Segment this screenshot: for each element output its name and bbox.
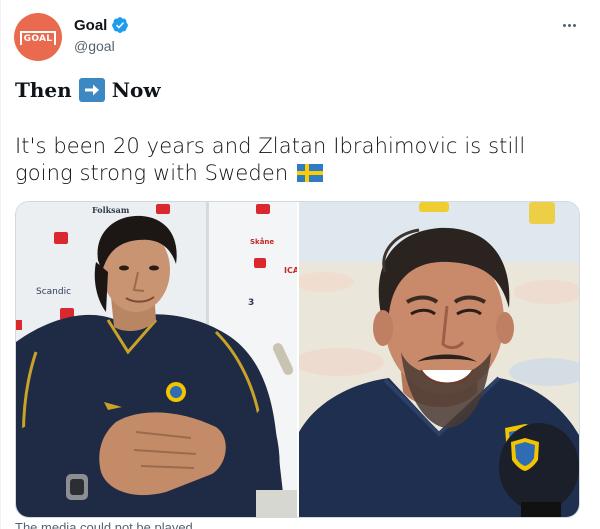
display-name[interactable]: Goal (74, 17, 107, 34)
name-row: Goal (74, 16, 129, 34)
handle[interactable]: @goal (74, 38, 115, 54)
tweet-card: GOAL Goal @goal Then Now It's been 20 ye… (0, 0, 600, 529)
backdrop-text: ICA (284, 266, 297, 275)
then-label: Then (15, 78, 72, 102)
tweet-body: It's been 20 years and Zlatan Ibrahimovi… (15, 133, 585, 187)
backdrop-text: Scandic (36, 287, 71, 297)
goal-logo: GOAL (20, 31, 56, 45)
media-status: The media could not be played. (15, 520, 197, 529)
now-label: Now (111, 78, 161, 102)
media-grid: Folksam Scandic ICA 3 Skåne (15, 201, 580, 518)
avatar[interactable]: GOAL (14, 13, 62, 61)
backdrop-text: 3 (248, 298, 254, 308)
now-photo-image (299, 202, 579, 517)
sweden-flag-icon (297, 164, 324, 182)
backdrop-text: Folksam (92, 205, 130, 215)
then-photo-image: Folksam Scandic ICA 3 Skåne (16, 202, 297, 517)
right-arrow-icon (78, 78, 105, 102)
verified-badge-icon (112, 17, 129, 33)
tweet-body-text: It's been 20 years and Zlatan Ibrahimovi… (15, 134, 526, 185)
then-photo[interactable]: Folksam Scandic ICA 3 Skåne (16, 202, 297, 517)
now-photo[interactable] (299, 202, 579, 517)
more-options-icon[interactable] (558, 14, 580, 36)
then-now-line: Then Now (15, 78, 161, 102)
avatar-text: GOAL (23, 33, 53, 44)
backdrop-text: Skåne (250, 237, 274, 246)
